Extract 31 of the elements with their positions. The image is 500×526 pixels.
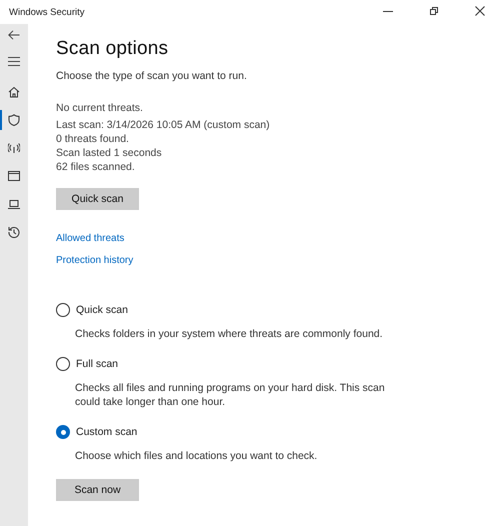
menu-icon[interactable] [8,57,20,66]
option-description: Checks folders in your system where threats are commonly found. [75,327,384,341]
option-description: Choose which files and locations you want to check. [75,449,318,463]
status-text: 62 files scanned. [56,160,136,174]
shield-icon[interactable] [8,114,20,126]
radio-button[interactable] [56,357,70,371]
option-label: Custom scan [76,426,138,438]
window-title: Windows Security [9,6,84,18]
option-description: Checks all files and running programs on your hard disk. This scan could take longer than one hour. [75,381,386,409]
option-label: Quick scan [76,304,128,316]
status-text: No current threats. [56,101,144,115]
wireless-icon[interactable] [8,142,20,154]
close-icon[interactable] [475,6,485,16]
history-icon[interactable] [8,226,20,238]
browser-window-icon[interactable] [8,170,20,182]
restore-icon[interactable] [429,6,439,16]
page-subtitle: Choose the type of scan you want to run. [56,70,248,82]
link[interactable]: Protection history [56,254,134,267]
status-text: Scan lasted 1 seconds [56,146,163,160]
page-title: Scan options [56,38,170,60]
radio-button[interactable] [56,425,70,439]
home-icon[interactable] [8,86,20,98]
status-text: 0 threats found. [56,132,130,146]
scan-now-button[interactable]: Scan now [56,479,139,501]
back-icon[interactable] [8,30,20,40]
status-text: Last scan: 3/14/2026 10:05 AM (custom scan) [56,118,271,132]
quick-scan-button[interactable]: Quick scan [56,188,139,210]
radio-button[interactable] [56,303,70,317]
option-label: Full scan [76,358,118,370]
laptop-icon[interactable] [8,198,20,210]
link[interactable]: Allowed threats [56,232,124,245]
